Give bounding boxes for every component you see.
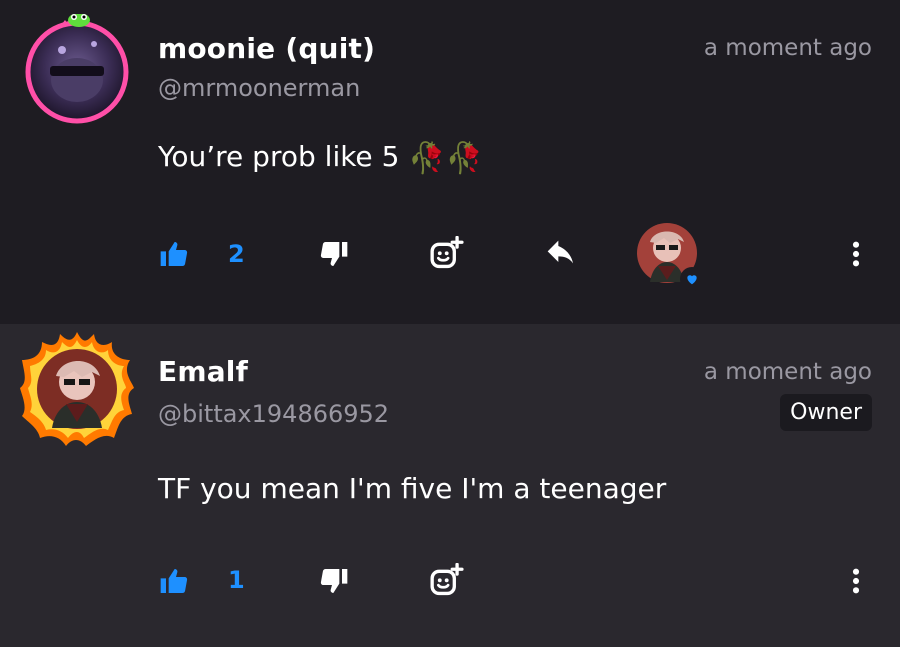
user-avatar[interactable] bbox=[18, 330, 136, 448]
thumbs-up-icon bbox=[160, 242, 188, 266]
like-count: 2 bbox=[228, 240, 245, 268]
thumbs-up-icon bbox=[160, 569, 188, 593]
more-options-button[interactable] bbox=[840, 565, 872, 597]
add-reaction-button[interactable] bbox=[428, 563, 464, 599]
comment-card: Emalf @bittax194866952 a moment ago Owne… bbox=[0, 324, 900, 647]
user-handle[interactable]: @bittax194866952 bbox=[158, 400, 389, 428]
more-options-button[interactable] bbox=[840, 238, 872, 270]
reaction-badge bbox=[680, 267, 704, 291]
thumbs-down-icon bbox=[320, 242, 348, 266]
reply-arrow-icon bbox=[547, 240, 573, 264]
display-name[interactable]: Emalf bbox=[158, 355, 248, 388]
comment-card: moonie (quit) @mrmoonerman a moment ago … bbox=[0, 0, 900, 324]
like-button[interactable] bbox=[158, 565, 190, 597]
timestamp: a moment ago bbox=[703, 35, 872, 61]
reply-button[interactable] bbox=[545, 238, 577, 270]
heart-icon bbox=[687, 275, 697, 285]
timestamp: a moment ago bbox=[703, 359, 872, 385]
add-reaction-icon bbox=[430, 236, 464, 269]
comment-text: You’re prob like 5 🥀🥀 bbox=[158, 140, 483, 176]
more-vertical-icon bbox=[852, 241, 860, 267]
comment-body: You’re prob like 5 bbox=[158, 140, 400, 173]
display-name[interactable]: moonie (quit) bbox=[158, 32, 375, 65]
like-count: 1 bbox=[228, 566, 245, 594]
comment-text: TF you mean I'm five I'm a teenager bbox=[158, 472, 667, 505]
wilted-rose-emoji: 🥀🥀 bbox=[408, 141, 484, 176]
more-vertical-icon bbox=[852, 568, 860, 594]
add-reaction-icon bbox=[430, 563, 464, 596]
user-avatar[interactable] bbox=[22, 14, 132, 124]
owner-badge: Owner bbox=[780, 394, 872, 431]
dislike-button[interactable] bbox=[318, 238, 350, 270]
like-button[interactable] bbox=[158, 238, 190, 270]
user-handle[interactable]: @mrmoonerman bbox=[158, 74, 360, 102]
thumbs-down-icon bbox=[320, 569, 348, 593]
dislike-button[interactable] bbox=[318, 565, 350, 597]
add-reaction-button[interactable] bbox=[428, 236, 464, 272]
